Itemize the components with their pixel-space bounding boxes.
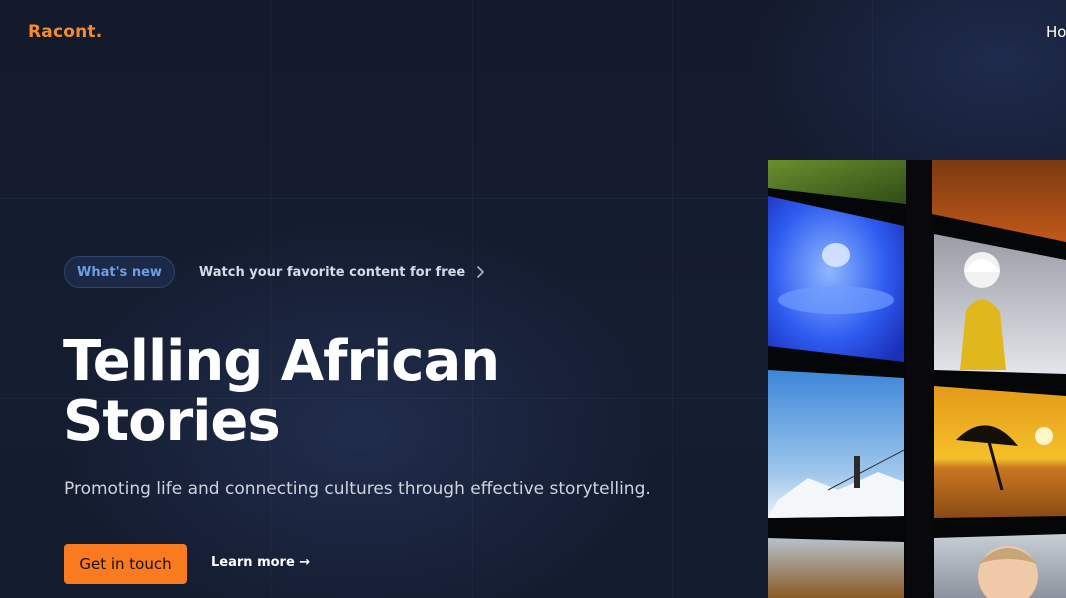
brand-logo[interactable]: Racont. [28,22,102,42]
chevron-right-icon [477,266,485,278]
get-in-touch-button[interactable]: Get in touch [64,544,187,584]
grid-line [270,0,271,598]
grid-line [672,0,673,598]
announcement-link-text: Watch your favorite content for free [198,264,466,280]
hero-image-video-wall [768,160,1066,598]
hero-subtitle: Promoting life and connecting cultures t… [64,479,651,499]
grid-line [472,0,473,598]
video-wall-illustration [768,160,1066,598]
hero-title: Telling African Stories [63,329,500,454]
whats-new-badge[interactable]: What's new [64,256,175,288]
announcement-link[interactable]: Watch your favorite content for free [199,265,485,280]
announcement-bar: What's new Watch your favorite content f… [64,256,485,288]
learn-more-link[interactable]: Learn more → [211,555,310,570]
nav-link-home[interactable]: Ho [1046,23,1066,41]
